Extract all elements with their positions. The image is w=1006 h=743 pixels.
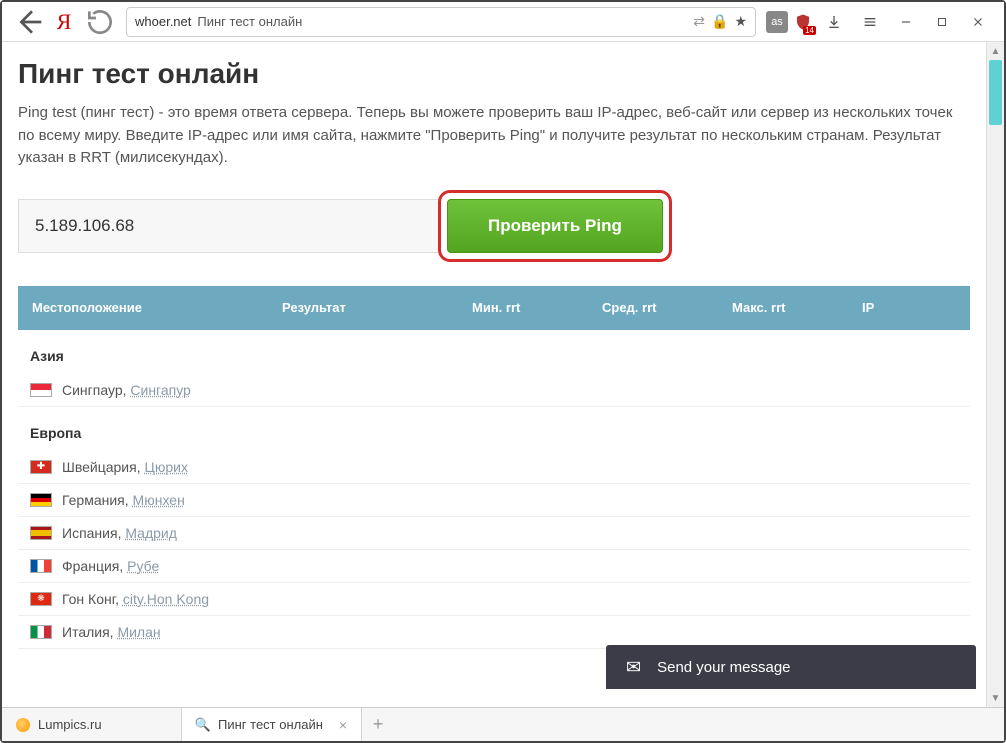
flag-icon <box>30 493 52 507</box>
tab-label: Пинг тест онлайн <box>218 717 323 732</box>
flag-icon <box>30 559 52 573</box>
scroll-track[interactable] <box>987 60 1004 689</box>
check-ping-button[interactable]: Проверить Ping <box>447 199 663 253</box>
check-button-highlight: Проверить Ping <box>438 190 672 262</box>
location-row: Германия, Мюнхен <box>18 484 970 517</box>
location-row: Италия, Милан <box>18 616 970 649</box>
back-arrow-icon <box>12 6 44 38</box>
new-tab-button[interactable]: + <box>362 708 394 741</box>
tab-bar: Lumpics.ru 🔍 Пинг тест онлайн × + <box>2 707 1004 741</box>
search-favicon-icon: 🔍 <box>196 718 210 732</box>
close-icon <box>971 15 985 29</box>
location-label: Сингпаур, Сингапур <box>62 382 191 398</box>
region-header: Европа <box>18 407 970 451</box>
th-result: Результат <box>282 300 472 315</box>
flag-icon <box>30 526 52 540</box>
shield-badge: 14 <box>803 26 816 35</box>
th-min: Мин. rrt <box>472 300 602 315</box>
yandex-logo-icon[interactable]: Я <box>48 6 80 38</box>
location-row: Швейцария, Цюрих <box>18 451 970 484</box>
page-title: Пинг тест онлайн <box>18 58 970 90</box>
window-close-button[interactable] <box>962 6 994 38</box>
window-minimize-button[interactable] <box>890 6 922 38</box>
flag-icon <box>30 592 52 606</box>
location-label: Швейцария, Цюрих <box>62 459 188 475</box>
chat-label: Send your message <box>657 659 790 676</box>
flag-icon <box>30 625 52 639</box>
th-location: Местоположение <box>32 300 282 315</box>
minimize-icon <box>899 15 913 29</box>
th-max: Макс. rrt <box>732 300 862 315</box>
download-icon <box>826 14 842 30</box>
flag-icon <box>30 383 52 397</box>
chat-widget[interactable]: ✉ Send your message <box>606 645 976 689</box>
region-header: Азия <box>18 330 970 374</box>
results-body: Азия Сингпаур, Сингапур Европа Швейцария, Ц… <box>18 330 970 649</box>
th-avg: Сред. rrt <box>602 300 732 315</box>
location-label: Германия, Мюнхен <box>62 492 185 508</box>
star-icon[interactable]: ★ <box>734 13 747 30</box>
results-table-header: Местоположение Результат Мин. rrt Сред. … <box>18 286 970 330</box>
location-label: Италия, Милан <box>62 624 161 640</box>
hamburger-icon <box>862 14 878 30</box>
scroll-thumb[interactable] <box>989 60 1002 125</box>
maximize-icon <box>936 16 948 28</box>
location-label: Испания, Мадрид <box>62 525 177 541</box>
translate-icon[interactable]: ⇄ <box>693 13 705 30</box>
page-description: Ping test (пинг тест) - это время ответа… <box>18 102 970 170</box>
flag-icon <box>30 460 52 474</box>
ping-form: Проверить Ping <box>18 190 970 262</box>
address-bar[interactable]: whoer.net Пинг тест онлайн ⇄ 🔒 ★ <box>126 7 756 37</box>
location-row: Сингпаур, Сингапур <box>18 374 970 407</box>
envelope-icon: ✉ <box>626 657 641 678</box>
tab-label: Lumpics.ru <box>38 717 102 732</box>
vertical-scrollbar[interactable]: ▲ ▼ <box>986 42 1004 707</box>
location-row: Испания, Мадрид <box>18 517 970 550</box>
location-row: Франция, Рубе <box>18 550 970 583</box>
extension-shield-icon[interactable]: 14 <box>792 11 814 33</box>
location-label: Гон Конг, city.Hon Kong <box>62 591 209 607</box>
th-ip: IP <box>862 300 956 315</box>
page-content: Пинг тест онлайн Ping test (пинг тест) -… <box>2 42 986 707</box>
reload-button[interactable] <box>84 6 116 38</box>
menu-button[interactable] <box>854 6 886 38</box>
extension-as-icon[interactable]: as <box>766 11 788 33</box>
download-button[interactable] <box>818 6 850 38</box>
scroll-up-icon[interactable]: ▲ <box>987 42 1004 60</box>
tab-close-icon[interactable]: × <box>339 717 347 733</box>
browser-tab[interactable]: Lumpics.ru <box>2 708 182 741</box>
ip-input[interactable] <box>18 199 438 253</box>
location-row: Гон Конг, city.Hon Kong <box>18 583 970 616</box>
scroll-down-icon[interactable]: ▼ <box>987 689 1004 707</box>
url-host: whoer.net <box>135 14 191 29</box>
browser-tab[interactable]: 🔍 Пинг тест онлайн × <box>182 708 362 741</box>
browser-toolbar: Я whoer.net Пинг тест онлайн ⇄ 🔒 ★ as 14 <box>2 2 1004 42</box>
location-label: Франция, Рубе <box>62 558 159 574</box>
site-favicon-icon <box>16 718 30 732</box>
reload-icon <box>84 6 116 38</box>
back-button[interactable] <box>12 6 44 38</box>
url-title: Пинг тест онлайн <box>197 14 302 29</box>
content-wrap: Пинг тест онлайн Ping test (пинг тест) -… <box>2 42 1004 707</box>
window-maximize-button[interactable] <box>926 6 958 38</box>
lock-icon: 🔒 <box>711 13 728 30</box>
